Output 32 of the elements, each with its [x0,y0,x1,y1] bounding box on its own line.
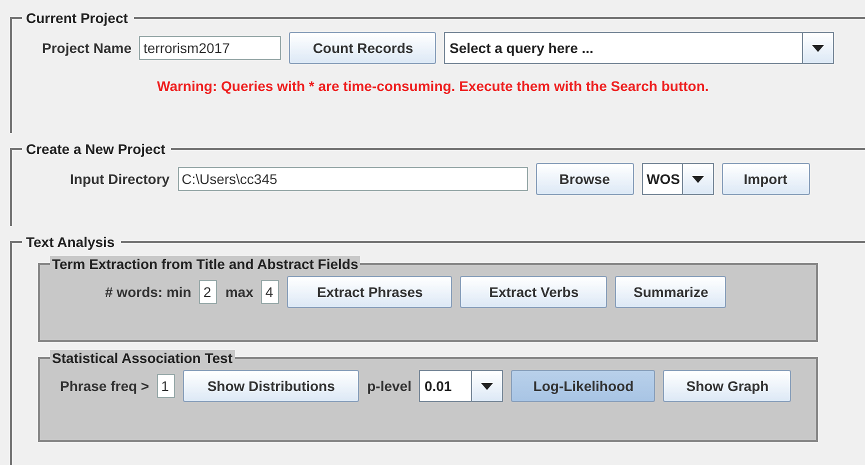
caret-icon [481,382,494,390]
caret-icon [692,176,704,183]
dropdown[interactable]: WOS [642,163,714,196]
field-label: # words: min [105,284,192,300]
import-button[interactable]: Import [722,163,810,196]
warning-text: Warning: Queries with * are time-consuming. Execute them with the Search button. [156,78,710,94]
dropdown[interactable]: Select a query here ... [444,32,834,64]
action-button[interactable]: Show Graph [663,370,792,402]
panel-title: Term Extraction from Title and Abstract Fields [50,256,360,272]
input-directory-field[interactable]: C:\Users\cc345 [178,167,528,192]
max-words-field[interactable]: 4 [261,280,280,304]
panel-title: Statistical Association Test [50,350,234,366]
action-button[interactable]: Log-Likelihood [511,370,656,402]
count-records-button[interactable]: Count Records [289,32,436,64]
action-button[interactable]: Extract Verbs [460,276,608,308]
phrase-freq-field[interactable]: 1 [157,374,176,398]
field-label: max [225,284,254,300]
browse-button[interactable]: Browse [536,163,634,196]
action-button[interactable]: Summarize [615,276,726,308]
caret-icon [812,44,824,52]
field-label: p-level [367,378,412,394]
show-distributions-button[interactable]: Show Distributions [183,370,360,402]
panel-title: Create a New Project [25,141,166,158]
field-label: Project Name [42,40,132,56]
project-name-field[interactable]: terrorism2017 [139,36,282,60]
field-label: Phrase freq > [60,378,150,394]
field-label: Input Directory [70,171,170,188]
dropdown[interactable]: 0.01 [419,370,504,402]
action-button[interactable]: Extract Phrases [287,276,452,308]
panel-title: Current Project [25,10,129,26]
min-words-field[interactable]: 2 [199,280,218,304]
panel-title: Text Analysis [25,234,116,250]
